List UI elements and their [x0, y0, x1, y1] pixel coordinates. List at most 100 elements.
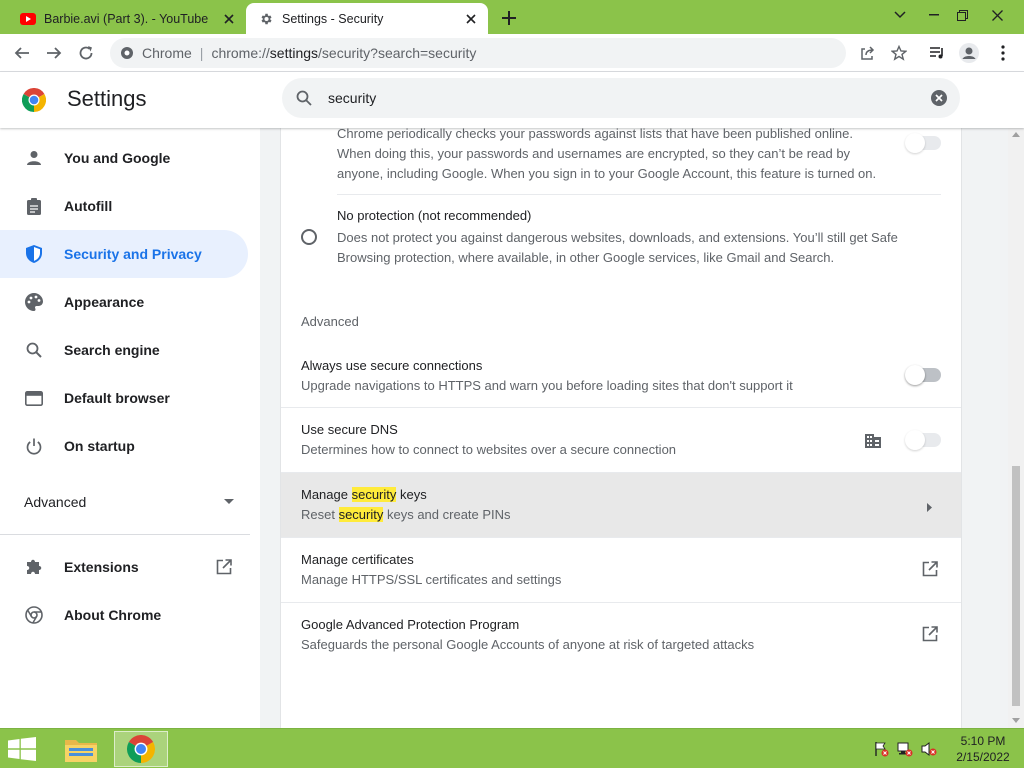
row-subtitle: Determines how to connect to websites ov…: [301, 442, 677, 457]
chrome-logo-icon: [127, 735, 155, 763]
close-window-icon[interactable]: [982, 0, 1012, 30]
sidebar-item-label: Default browser: [64, 390, 170, 406]
security-settings-card: Chrome periodically checks your password…: [281, 128, 961, 728]
clipboard-icon: [24, 196, 44, 216]
scroll-up-arrow-icon[interactable]: [1012, 132, 1020, 137]
chrome-taskbar-button[interactable]: [114, 731, 168, 767]
network-icon[interactable]: [896, 741, 914, 757]
origin-divider: |: [199, 45, 204, 61]
minimize-icon[interactable]: [922, 0, 946, 30]
advanced-protection-row[interactable]: Google Advanced Protection Program Safeg…: [281, 603, 961, 667]
sidebar-item-you-and-google[interactable]: You and Google: [0, 134, 248, 182]
action-center-flag-icon[interactable]: [872, 741, 890, 757]
reload-button[interactable]: [72, 39, 100, 67]
no-protection-row[interactable]: No protection (not recommended) Does not…: [281, 206, 961, 270]
no-protection-radio[interactable]: [301, 229, 317, 245]
arrow-left-icon: [14, 47, 29, 59]
settings-body: You and Google Autofill Security and Pri…: [0, 128, 1024, 728]
manage-certificates-row[interactable]: Manage certificates Manage HTTPS/SSL cer…: [281, 538, 961, 602]
chevron-down-icon[interactable]: [888, 0, 912, 30]
secure-connections-row[interactable]: Always use secure connections Upgrade na…: [281, 342, 961, 407]
windows-taskbar: 5:10 PM 2/15/2022: [0, 728, 1024, 768]
secure-connections-toggle[interactable]: [905, 365, 941, 385]
media-playlist-icon[interactable]: [926, 42, 948, 64]
file-explorer-taskbar-button[interactable]: [54, 731, 108, 767]
folder-icon: [65, 740, 97, 762]
row-divider: [337, 194, 941, 195]
settings-search-box[interactable]: [282, 78, 960, 118]
new-tab-button[interactable]: [496, 6, 522, 30]
clock-time: 5:10 PM: [960, 734, 1006, 748]
sidebar-item-default-browser[interactable]: Default browser: [0, 374, 248, 422]
forward-button[interactable]: [40, 39, 68, 67]
row-title: Google Advanced Protection Program: [301, 617, 520, 632]
clock-date: 2/15/2022: [956, 750, 1010, 764]
tab-title: Settings - Security: [282, 11, 384, 26]
chrome-icon: [24, 605, 44, 625]
sidebar-item-appearance[interactable]: Appearance: [0, 278, 248, 326]
person-icon: [24, 148, 44, 168]
taskbar-clock[interactable]: 5:10 PM 2/15/2022: [948, 733, 1018, 765]
enterprise-building-icon: [865, 432, 881, 448]
sidebar-item-label: You and Google: [64, 150, 171, 166]
arrow-right-icon[interactable]: [927, 500, 933, 515]
arrow-right-icon: [47, 47, 62, 59]
password-warning-toggle[interactable]: [905, 133, 941, 153]
sidebar-item-on-startup[interactable]: On startup: [0, 422, 248, 470]
tab-title: Barbie.avi (Part 3). - YouTube: [44, 11, 209, 26]
search-icon: [24, 340, 44, 360]
browser-icon: [24, 388, 44, 408]
no-protection-title: No protection (not recommended): [337, 208, 532, 223]
close-tab-icon[interactable]: [218, 8, 240, 30]
sidebar-divider: [0, 534, 250, 535]
settings-sidebar: You and Google Autofill Security and Pri…: [0, 128, 260, 728]
secure-dns-row[interactable]: Use secure DNS Determines how to connect…: [281, 407, 961, 472]
share-icon[interactable]: [856, 42, 878, 64]
youtube-icon: [20, 11, 36, 27]
more-menu-icon[interactable]: [992, 42, 1014, 64]
sidebar-item-autofill[interactable]: Autofill: [0, 182, 248, 230]
close-tab-icon[interactable]: [460, 8, 482, 30]
volume-muted-icon[interactable]: [920, 741, 938, 757]
sidebar-advanced-label: Advanced: [24, 494, 87, 510]
sidebar-item-label: Security and Privacy: [64, 246, 202, 262]
tab-strip: Barbie.avi (Part 3). - YouTube Settings …: [0, 0, 1024, 34]
scrollbar-thumb[interactable]: [1012, 466, 1020, 706]
sidebar-item-search-engine[interactable]: Search engine: [0, 326, 248, 374]
clear-search-icon[interactable]: [930, 89, 948, 107]
row-subtitle: Manage HTTPS/SSL certificates and settin…: [301, 572, 562, 587]
password-warning-text: Chrome periodically checks your password…: [337, 128, 877, 181]
sidebar-advanced-toggle[interactable]: Advanced: [24, 494, 234, 510]
page-scrollbar[interactable]: [1008, 128, 1024, 728]
back-button[interactable]: [8, 39, 36, 67]
chrome-logo-icon: [21, 87, 47, 112]
profile-avatar-icon[interactable]: [958, 42, 980, 64]
row-title: Manage security keys: [301, 487, 427, 502]
manage-security-keys-row[interactable]: Manage security keys Reset security keys…: [281, 473, 961, 537]
open-in-new-icon[interactable]: [922, 561, 938, 580]
row-title: Manage certificates: [301, 552, 414, 567]
scroll-down-arrow-icon[interactable]: [1012, 718, 1020, 723]
url-text: chrome://settings/security?search=securi…: [211, 45, 477, 61]
settings-search-input[interactable]: [328, 90, 930, 106]
chrome-security-icon[interactable]: [120, 46, 134, 60]
puzzle-icon: [24, 557, 44, 577]
page-title: Settings: [67, 86, 147, 111]
sidebar-item-security-and-privacy[interactable]: Security and Privacy: [0, 230, 248, 278]
secure-dns-toggle[interactable]: [905, 430, 941, 450]
address-bar[interactable]: Chrome | chrome://settings/security?sear…: [110, 38, 846, 68]
row-subtitle: Reset security keys and create PINs: [301, 507, 511, 522]
row-subtitle: Upgrade navigations to HTTPS and warn yo…: [301, 378, 793, 393]
bookmark-star-icon[interactable]: [888, 42, 910, 64]
sidebar-item-about-chrome[interactable]: About Chrome: [0, 591, 248, 639]
sidebar-item-extensions[interactable]: Extensions: [0, 543, 248, 591]
restore-icon[interactable]: [950, 0, 974, 30]
windows-start-button[interactable]: [8, 737, 38, 763]
sidebar-item-label: On startup: [64, 438, 135, 454]
gear-icon: [258, 11, 274, 27]
password-warning-row: Chrome periodically checks your password…: [281, 128, 961, 190]
tab-youtube[interactable]: Barbie.avi (Part 3). - YouTube: [8, 3, 246, 34]
search-icon: [294, 88, 314, 108]
tab-settings[interactable]: Settings - Security: [246, 3, 488, 34]
open-in-new-icon[interactable]: [922, 626, 938, 645]
